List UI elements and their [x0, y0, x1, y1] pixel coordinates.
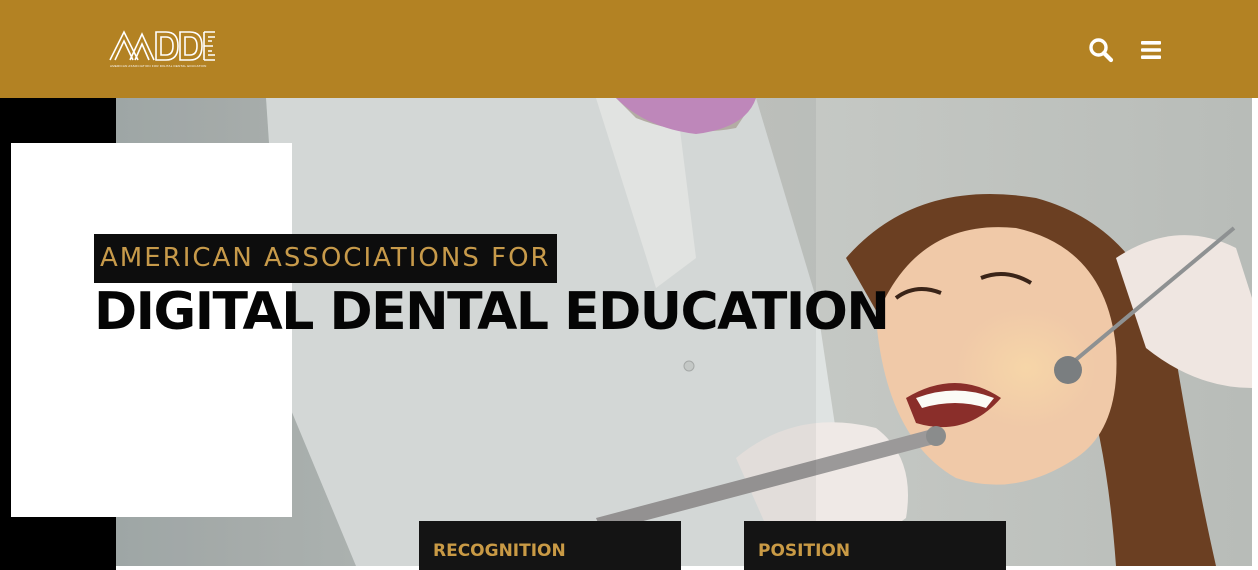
hamburger-menu-icon [1141, 41, 1161, 59]
recognition-card[interactable]: RECOGNITION [419, 521, 681, 570]
hero-headline: DIGITAL DENTAL EDUCATION [94, 282, 890, 342]
logo-tagline: AMERICAN ASSOCIATION FOR DIGITAL DENTAL … [110, 64, 207, 68]
search-icon [1089, 38, 1114, 63]
position-card-label: POSITION [758, 541, 851, 561]
search-button[interactable] [1087, 36, 1115, 64]
hero-kicker: AMERICAN ASSOCIATIONS FOR [94, 234, 557, 283]
position-card[interactable]: POSITION [744, 521, 1006, 570]
recognition-card-label: RECOGNITION [433, 541, 566, 561]
site-header: AMERICAN ASSOCIATION FOR DIGITAL DENTAL … [0, 0, 1258, 98]
logo-mark-icon [109, 30, 215, 61]
hero-right-edge [1252, 98, 1258, 570]
aadde-logo[interactable]: AMERICAN ASSOCIATION FOR DIGITAL DENTAL … [108, 26, 218, 72]
menu-button[interactable] [1137, 36, 1165, 64]
